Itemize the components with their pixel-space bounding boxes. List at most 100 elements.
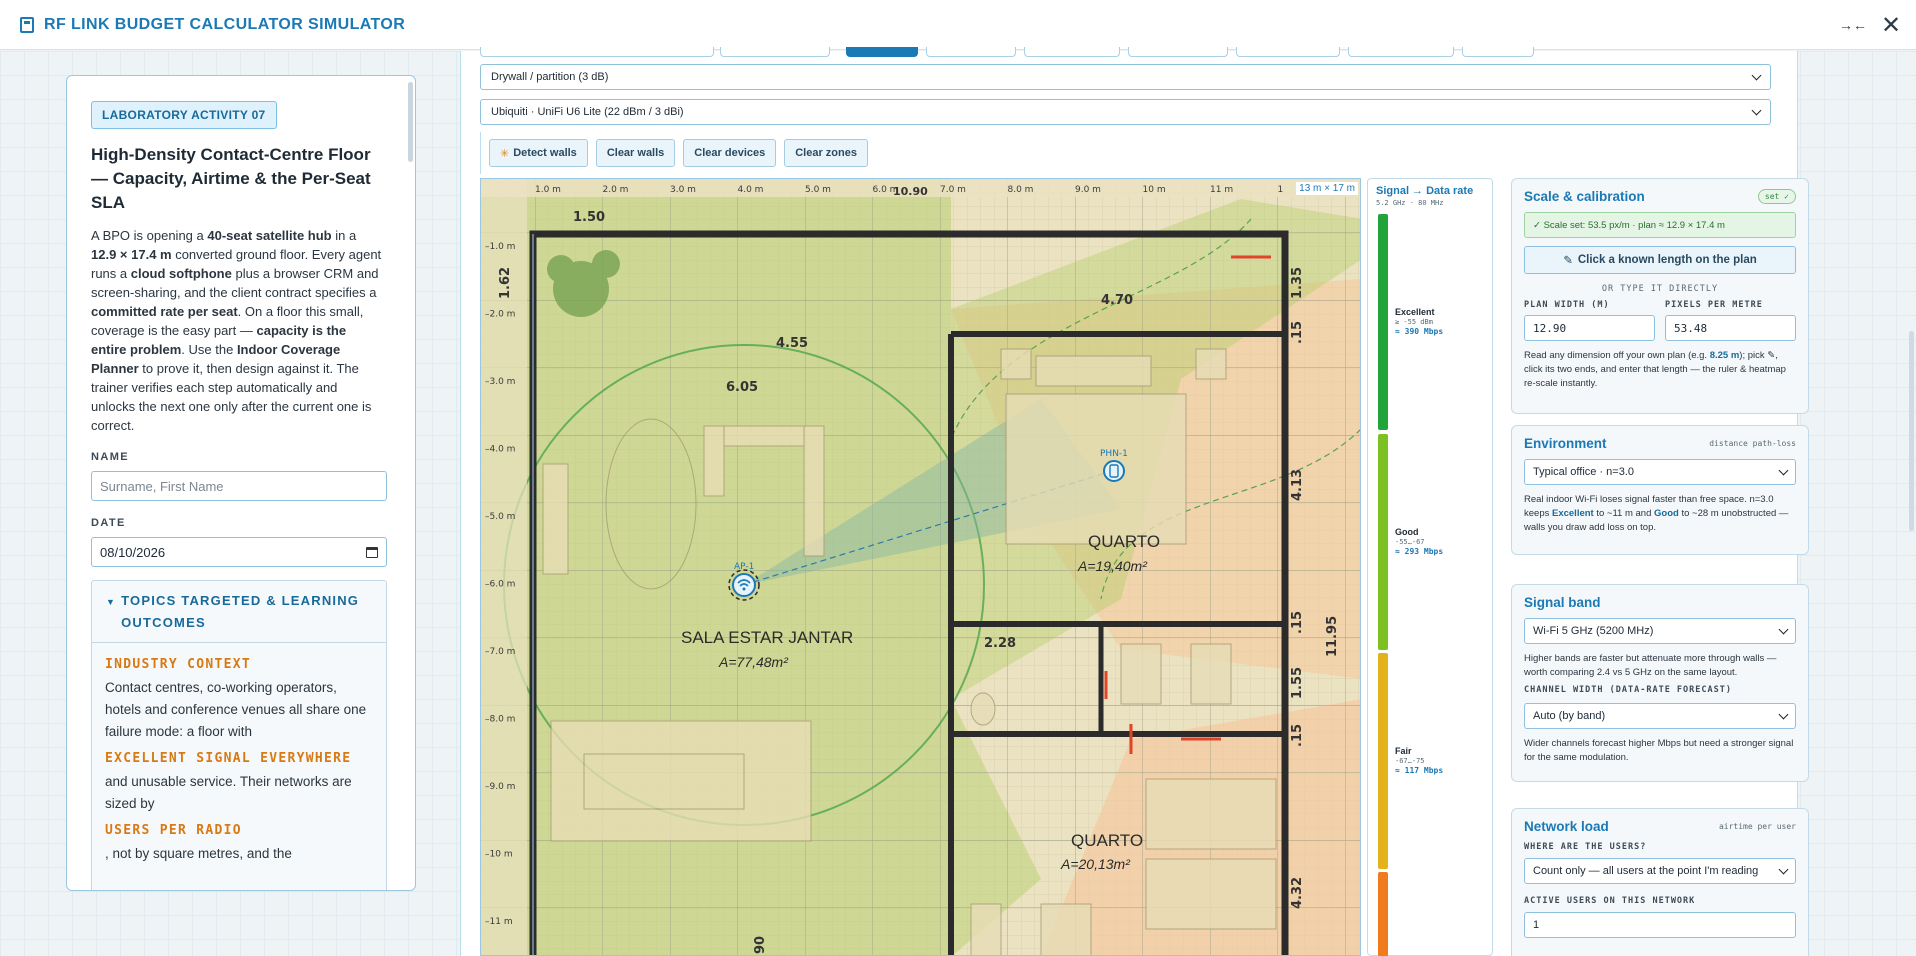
date-label: DATE (91, 517, 126, 529)
name-input[interactable]: Surname, First Name (91, 471, 387, 501)
legend-entry: Excellent ≥ -55 dBm ≈ 390 Mbps (1395, 307, 1443, 337)
environment-value: Typical office · n=3.0 (1533, 466, 1634, 478)
caret-down-icon: ▼ (106, 597, 117, 607)
scale-note: Read any dimension off your own plan (e.… (1524, 349, 1796, 391)
close-icon[interactable]: ✕ (1876, 10, 1906, 40)
tab-8[interactable] (1348, 47, 1454, 57)
scale-title: Scale & calibration (1524, 189, 1645, 204)
wall-material-value: Drywall / partition (3 dB) (491, 71, 609, 83)
detect-walls-button[interactable]: ✳ Detect walls (489, 139, 588, 167)
users-text: , not by square metres, and the (105, 846, 292, 861)
chevron-down-icon (1778, 624, 1789, 634)
device-model-value: Ubiquiti · UniFi U6 Lite (22 dBm / 3 dBi… (491, 106, 684, 118)
topics-title: TOPICS TARGETED & LEARNING OUTCOMES (121, 593, 360, 630)
room-quarto2-area: A=20,13m² (1060, 856, 1131, 872)
detect-walls-label: Detect walls (513, 147, 577, 159)
ruler-x-tick: 8.0 m (1008, 185, 1034, 195)
desc-part-0: A BPO is opening a (91, 228, 208, 243)
legend-bar-3 (1378, 872, 1388, 956)
chevron-down-icon (1751, 105, 1762, 115)
tab-6[interactable] (1128, 47, 1228, 57)
ruler-x-tick: 4.0 m (738, 185, 764, 195)
legend-text: -55…-67 (1395, 538, 1425, 546)
desc-part-7: committed rate per seat (91, 304, 238, 319)
ruler-x-tick: 5.0 m (805, 185, 831, 195)
clear-zones-button[interactable]: Clear zones (784, 139, 868, 167)
clear-devices-button[interactable]: Clear devices (683, 139, 777, 167)
tab-7[interactable] (1236, 47, 1340, 57)
legend-bar-1 (1378, 434, 1388, 650)
date-value: 08/10/2026 (100, 544, 166, 560)
sparkle-icon: ✳ (500, 147, 510, 160)
tab-4[interactable] (926, 47, 1016, 57)
date-input[interactable]: 08/10/2026 (91, 537, 387, 567)
click-known-length-button[interactable]: ✎ Click a known length on the plan (1524, 246, 1796, 274)
page-scroll-thumb[interactable] (1909, 331, 1914, 531)
band-panel: Signal band Wi-Fi 5 GHz (5200 MHz) Highe… (1511, 584, 1809, 782)
room-living-name: SALA ESTAR JANTAR (681, 628, 853, 647)
chevron-down-icon (1778, 709, 1789, 719)
industry-text: Contact centres, co-working operators, h… (105, 680, 367, 739)
wall-material-select[interactable]: Drywall / partition (3 dB) (480, 64, 1771, 90)
calculator-icon (20, 16, 34, 33)
tab-5[interactable] (1024, 47, 1120, 57)
tab-1[interactable] (480, 47, 714, 57)
ruler-y-tick: –7.0 m (485, 647, 515, 657)
ruler-y-tick: –10 m (485, 850, 513, 860)
dim-1-62: 1.62 (498, 267, 513, 299)
ruler-y-tick: –1.0 m (485, 242, 515, 252)
topics-toggle[interactable]: ▼ TOPICS TARGETED & LEARNING OUTCOMES (92, 581, 386, 643)
plan-width-input[interactable]: 12.90 (1524, 315, 1655, 341)
dim-11-95: 11.95 (1325, 616, 1340, 657)
dim-4-55: 4.55 (776, 336, 808, 351)
desc-part-3: 12.9 × 17.4 m (91, 247, 172, 262)
ruler-y-tick: –11 m (485, 917, 513, 927)
room-quarto1-area: A=19,40m² (1077, 558, 1148, 574)
ruler-y-tick: –9.0 m (485, 782, 515, 792)
active-users-input[interactable]: 1 (1524, 912, 1796, 938)
ppm-label: PIXELS PER METRE (1665, 300, 1763, 310)
plan-toolbar: ✳ Detect walls Clear walls Clear devices … (480, 132, 1280, 174)
environment-select[interactable]: Typical office · n=3.0 (1524, 459, 1796, 485)
device-model-select[interactable]: Ubiquiti · UniFi U6 Lite (22 dBm / 3 dBi… (480, 99, 1771, 125)
band-select[interactable]: Wi-Fi 5 GHz (5200 MHz) (1524, 618, 1796, 644)
floor-plan-canvas[interactable]: 1.0 m 2.0 m 3.0 m 4.0 m 5.0 m 6.0 m 7.0 m 8.0 m… (480, 178, 1361, 956)
name-label: NAME (91, 451, 129, 463)
env-note-b1: Excellent (1552, 508, 1594, 519)
environment-tag: distance path-loss (1709, 439, 1796, 448)
legend-title: Signal → Data rate (1376, 185, 1474, 197)
band-note: Higher bands are faster but attenuate mo… (1524, 653, 1777, 678)
dim-0-15-c: .15 (1290, 724, 1305, 747)
tab-2[interactable] (720, 47, 830, 57)
scale-status: ✓ Scale set: 53.5 px/m · plan ≈ 12.9 × 1… (1524, 212, 1796, 238)
plan-width-label: PLAN WIDTH (M) (1524, 300, 1610, 310)
where-users-label: WHERE ARE THE USERS? (1524, 842, 1647, 852)
ppm-input[interactable]: 53.48 (1665, 315, 1796, 341)
ap-label: AP-1 (734, 562, 754, 572)
page-scrollbar[interactable] (1906, 51, 1916, 956)
clear-walls-button[interactable]: Clear walls (595, 139, 676, 167)
where-users-value: Count only — all users at the point I'm … (1533, 865, 1759, 877)
activity-scrollbar[interactable] (408, 82, 413, 162)
legend-text: ≥ -55 dBm (1395, 318, 1433, 326)
signal-legend: Signal → Data rate 5.2 GHz · 80 MHz Exce… (1367, 178, 1493, 956)
ruler-y-tick: –5.0 m (485, 512, 515, 522)
desc-part-5: cloud softphone (130, 266, 232, 281)
calendar-icon[interactable] (366, 546, 378, 558)
channel-width-select[interactable]: Auto (by band) (1524, 703, 1796, 729)
ruler-x-tick: 2.0 m (603, 185, 629, 195)
dim-1-35: 1.35 (1290, 267, 1305, 299)
ruler-x-tick: 9.0 m (1075, 185, 1101, 195)
clear-devices-label: Clear devices (694, 147, 766, 159)
ruler-y-tick: –8.0 m (485, 715, 515, 725)
floor-plan-svg[interactable]: 1.0 m 2.0 m 3.0 m 4.0 m 5.0 m 6.0 m 7.0 m 8.0 m… (481, 179, 1361, 956)
tab-active[interactable] (846, 47, 918, 57)
collapse-icon[interactable]: →← (1838, 10, 1868, 40)
dim-0-15-b: .15 (1290, 611, 1305, 634)
where-users-select[interactable]: Count only — all users at the point I'm … (1524, 858, 1796, 884)
clear-zones-label: Clear zones (795, 147, 857, 159)
chevron-down-icon (1778, 864, 1789, 874)
name-placeholder: Surname, First Name (100, 478, 224, 494)
tab-9[interactable] (1462, 47, 1534, 57)
legend-bar-0 (1378, 214, 1388, 430)
